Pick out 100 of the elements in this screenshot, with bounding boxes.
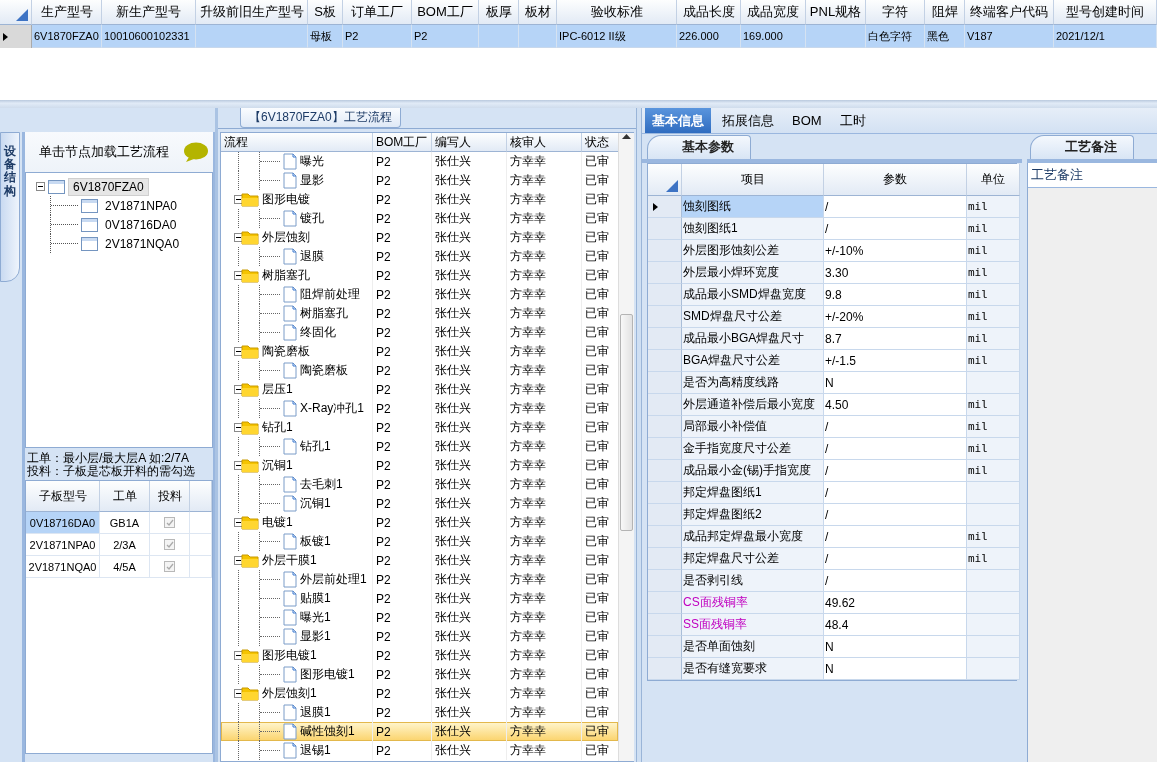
tree-node[interactable]: 贴膜1 <box>297 590 331 607</box>
tree-node[interactable]: 树脂塞孔 <box>259 267 310 284</box>
column-header[interactable]: 成品长度 <box>677 0 741 25</box>
table-cell: P2 <box>373 722 432 741</box>
tree-node[interactable]: 镀孔 <box>297 210 324 227</box>
tab[interactable]: 拓展信息 <box>715 108 781 133</box>
tree-node[interactable]: 外层前处理1 <box>297 571 367 588</box>
tree-node[interactable]: 退膜 <box>297 248 324 265</box>
table-cell: IPC-6012 II级 <box>557 25 677 48</box>
column-header[interactable]: BOM工厂 <box>373 133 432 152</box>
table-cell: / <box>824 504 967 526</box>
window-icon <box>81 236 98 251</box>
column-header[interactable]: 阻焊 <box>925 0 965 25</box>
table-cell: 母板 <box>308 25 343 48</box>
column-header[interactable]: 板材 <box>519 0 557 25</box>
tree-node[interactable]: 图形电镀1 <box>297 666 355 683</box>
table-cell: 白色字符 <box>866 25 925 48</box>
tree-node[interactable]: 钻孔1 <box>259 419 293 436</box>
table-cell: P2 <box>373 266 432 285</box>
column-header[interactable]: 参数 <box>824 164 967 196</box>
column-header[interactable]: 编写人 <box>432 133 507 152</box>
table-cell: / <box>824 548 967 570</box>
tree-node[interactable]: 钻孔1 <box>297 438 331 455</box>
section-tab[interactable]: 基本参数 <box>647 135 751 159</box>
column-header[interactable]: 板厚 <box>479 0 519 25</box>
column-header[interactable]: PNL规格 <box>806 0 866 25</box>
column-header[interactable]: 型号创建时间 <box>1054 0 1157 25</box>
table-cell: +/-10% <box>824 240 967 262</box>
tree-node[interactable]: 0V18716DA0 <box>101 216 181 233</box>
column-header[interactable]: 验收标准 <box>557 0 677 25</box>
tree-node[interactable]: 退膜1 <box>297 704 331 721</box>
column-header[interactable]: 字符 <box>866 0 925 25</box>
tree-node[interactable]: 显影 <box>297 172 324 189</box>
column-header[interactable]: 流程 <box>221 133 373 152</box>
column-header[interactable]: 订单工厂 <box>343 0 412 25</box>
tree-node[interactable]: 图形电镀1 <box>259 647 317 664</box>
tree-node[interactable]: 碱性蚀刻1 <box>297 723 355 740</box>
tree-node[interactable]: 6V1870FZA0 <box>68 177 149 196</box>
panel-title: 【6V1870FZA0】工艺流程 <box>240 108 401 128</box>
tree-node[interactable]: 沉铜1 <box>259 457 293 474</box>
column-header[interactable]: 工单 <box>100 481 150 513</box>
column-header[interactable]: 新生产型号 <box>102 0 196 25</box>
row-selector[interactable] <box>648 196 682 218</box>
table-cell: 张仕兴 <box>432 266 507 285</box>
table-cell: P2 <box>373 342 432 361</box>
table-cell: 张仕兴 <box>432 608 507 627</box>
table-cell: 张仕兴 <box>432 399 507 418</box>
column-header[interactable]: 终端客户代码 <box>965 0 1054 25</box>
table-cell: 邦定焊盘尺寸公差 <box>682 548 824 570</box>
column-header[interactable]: BOM工厂 <box>412 0 479 25</box>
column-header[interactable]: S板 <box>308 0 343 25</box>
column-header[interactable]: 成品宽度 <box>741 0 806 25</box>
scrollbar[interactable] <box>618 133 634 761</box>
tree-node[interactable]: 陶瓷磨板 <box>259 343 310 360</box>
tree-node[interactable]: 外层蚀刻 <box>259 229 310 246</box>
column-header[interactable]: 升级前旧生产型号 <box>196 0 308 25</box>
tree-node[interactable]: 外层蚀刻1 <box>259 685 317 702</box>
tree-node[interactable]: 树脂塞孔 <box>297 305 348 322</box>
tree-node[interactable]: 图形电镀 <box>259 191 310 208</box>
column-header[interactable]: 子板型号 <box>26 481 100 513</box>
tree-node[interactable]: 曝光 <box>297 153 324 170</box>
row-selector[interactable] <box>0 25 32 48</box>
tree-node[interactable]: 板镀1 <box>297 533 331 550</box>
table-cell: P2 <box>373 285 432 304</box>
tab[interactable]: BOM <box>785 108 829 133</box>
table-cell: P2 <box>373 361 432 380</box>
tree-node[interactable]: 终固化 <box>297 324 336 341</box>
column-header[interactable]: 单位 <box>967 164 1020 196</box>
splitter[interactable] <box>0 100 1157 108</box>
check-icon <box>165 519 174 527</box>
column-header[interactable]: 生产型号 <box>32 0 102 25</box>
tree-node[interactable]: 退锡1 <box>297 742 331 759</box>
table-cell: P2 <box>373 684 432 703</box>
table-cell <box>967 570 1020 592</box>
tree-node[interactable]: 沉铜1 <box>297 495 331 512</box>
side-tab[interactable]: 设备结构 <box>0 132 20 282</box>
tree-node[interactable]: 曝光1 <box>297 609 331 626</box>
tree-node[interactable]: 陶瓷磨板 <box>297 362 348 379</box>
collapse-icon[interactable] <box>36 182 45 191</box>
tree-node[interactable]: 阻焊前处理 <box>297 286 360 303</box>
tree-node[interactable]: X-Ray冲孔1 <box>297 400 364 417</box>
tree-node[interactable]: 2V1871NQA0 <box>101 235 184 252</box>
section-tab[interactable]: 工艺备注 <box>1030 135 1134 159</box>
table-cell: mil <box>967 394 1020 416</box>
column-header[interactable]: 状态 <box>582 133 618 152</box>
column-header[interactable]: 核审人 <box>507 133 582 152</box>
tab[interactable]: 工时 <box>832 108 873 133</box>
column-header[interactable]: 投料 <box>150 481 190 513</box>
tree-node[interactable]: 电镀1 <box>259 514 293 531</box>
tab[interactable]: 基本信息 <box>645 108 711 133</box>
table-cell <box>806 25 866 48</box>
tree-node[interactable]: 显影1 <box>297 628 331 645</box>
tree-node[interactable]: 去毛刺1 <box>297 476 343 493</box>
tree-node[interactable]: 2V1871NPA0 <box>101 197 181 214</box>
table-cell: +/-1.5 <box>824 350 967 372</box>
column-header[interactable]: 项目 <box>682 164 824 196</box>
tree-node[interactable]: 外层干膜1 <box>259 552 317 569</box>
folder-icon <box>241 648 259 663</box>
tree-node[interactable]: 层压1 <box>259 381 293 398</box>
table-cell: 226.000 <box>677 25 741 48</box>
